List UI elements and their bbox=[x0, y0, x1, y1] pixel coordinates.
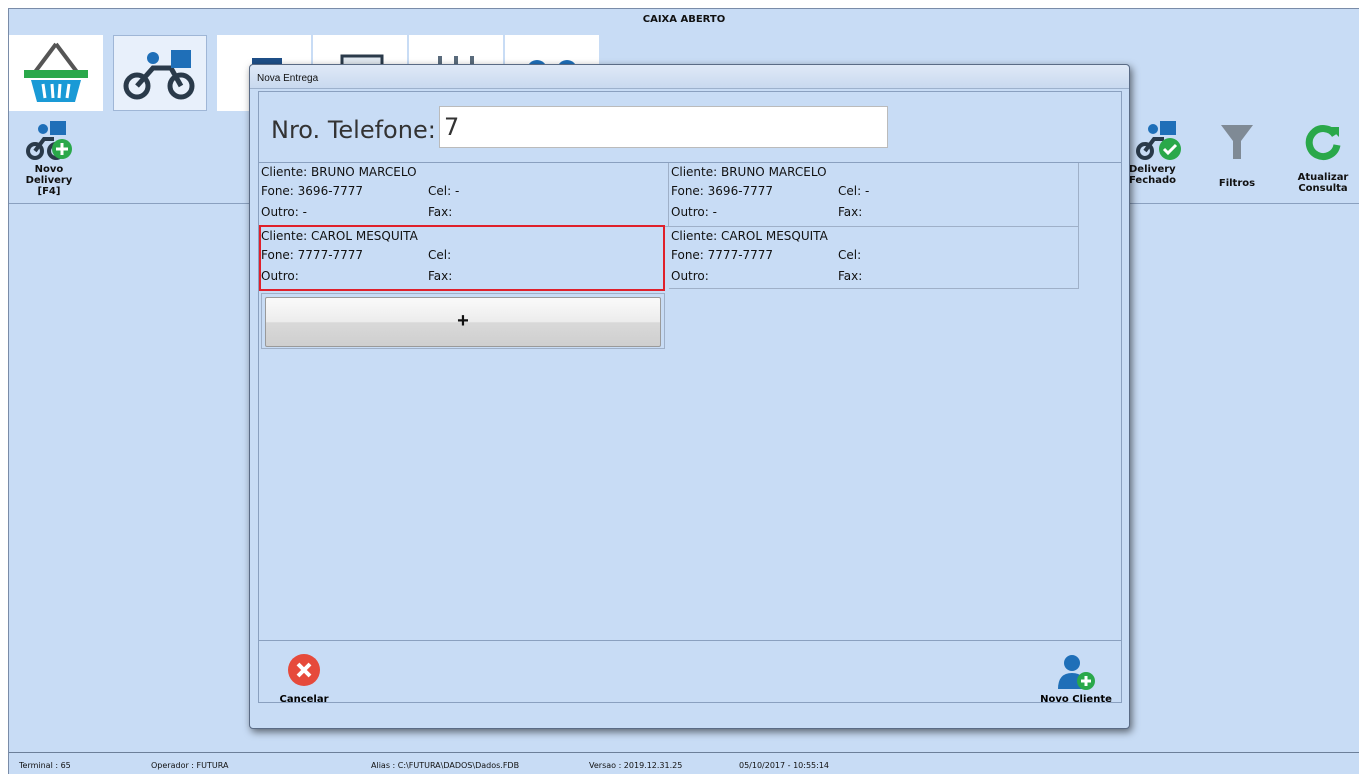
client-cel: Cel: bbox=[838, 248, 862, 262]
new-delivery-shortcut: [F4] bbox=[37, 186, 61, 197]
delivery-moto-icon bbox=[123, 50, 195, 100]
client-name: Cliente: CAROL MESQUITA bbox=[671, 229, 828, 243]
new-client-label: Novo Cliente bbox=[1040, 694, 1112, 705]
refresh-button[interactable]: Atualizar Consulta bbox=[1291, 121, 1355, 194]
new-client-button[interactable]: Novo Cliente bbox=[1039, 653, 1113, 705]
delivery-closed-label-1: Delivery bbox=[1129, 164, 1176, 175]
add-client-container: + bbox=[261, 293, 665, 349]
client-grid: Cliente: BRUNO MARCELO Fone: 3696-7777 C… bbox=[259, 162, 1121, 702]
client-phone: Fone: 3696-7777 bbox=[671, 184, 774, 198]
add-user-icon bbox=[1058, 655, 1095, 690]
client-name: Cliente: BRUNO MARCELO bbox=[261, 165, 417, 179]
client-fax: Fax: bbox=[428, 269, 453, 283]
cancel-label: Cancelar bbox=[279, 694, 329, 705]
client-fax: Fax: bbox=[428, 205, 453, 219]
delivery-closed-label-2: Fechado bbox=[1129, 175, 1177, 186]
client-cel: Cel: bbox=[428, 248, 452, 262]
tab-delivery[interactable] bbox=[113, 35, 207, 111]
add-client-button[interactable]: + bbox=[265, 297, 661, 347]
phone-input[interactable]: 7 bbox=[439, 106, 888, 148]
client-name: Cliente: CAROL MESQUITA bbox=[261, 229, 418, 243]
client-fax: Fax: bbox=[838, 269, 863, 283]
client-card[interactable]: Cliente: BRUNO MARCELO Fone: 3696-7777 C… bbox=[259, 163, 669, 227]
dialog-footer: Cancelar Novo Cliente bbox=[259, 640, 1121, 705]
status-bar: Terminal : 65 Operador : FUTURA Alias : … bbox=[9, 752, 1359, 774]
status-version: Versao : 2019.12.31.25 bbox=[589, 761, 683, 770]
cancel-icon bbox=[288, 654, 320, 686]
filters-button[interactable]: Filtros bbox=[1207, 121, 1267, 189]
delivery-closed-button[interactable]: Delivery Fechado bbox=[1129, 115, 1189, 186]
dialog-body: Nro. Telefone: 7 Cliente: BRUNO MARCELO … bbox=[258, 91, 1122, 705]
filter-icon bbox=[1221, 125, 1253, 159]
refresh-label-2: Consulta bbox=[1298, 183, 1348, 194]
status-operator: Operador : FUTURA bbox=[151, 761, 229, 770]
client-other: Outro: bbox=[261, 269, 299, 283]
client-fax: Fax: bbox=[838, 205, 863, 219]
client-phone: Fone: 3696-7777 bbox=[261, 184, 364, 198]
window-title: CAIXA ABERTO bbox=[642, 14, 726, 25]
tab-basket[interactable] bbox=[9, 35, 103, 111]
client-other: Outro: - bbox=[671, 205, 717, 219]
status-terminal: Terminal : 65 bbox=[19, 761, 71, 770]
client-other: Outro: bbox=[671, 269, 709, 283]
client-card-selected[interactable]: Cliente: CAROL MESQUITA Fone: 7777-7777 … bbox=[259, 225, 665, 291]
client-card[interactable]: Cliente: BRUNO MARCELO Fone: 3696-7777 C… bbox=[669, 163, 1079, 227]
phone-row: Nro. Telefone: 7 bbox=[259, 92, 1121, 162]
client-phone: Fone: 7777-7777 bbox=[261, 248, 364, 262]
client-other: Outro: - bbox=[261, 205, 307, 219]
basket-icon bbox=[24, 42, 88, 102]
new-delivery-icon bbox=[26, 121, 72, 160]
status-alias: Alias : C:\FUTURA\DADOS\Dados.FDB bbox=[371, 761, 520, 770]
phone-label: Nro. Telefone: bbox=[271, 116, 436, 144]
new-delivery-dialog: Nova Entrega Nro. Telefone: 7 Cliente: B… bbox=[249, 64, 1130, 729]
refresh-label-1: Atualizar bbox=[1297, 172, 1349, 183]
new-delivery-button[interactable]: Novo Delivery [F4] bbox=[13, 115, 85, 197]
new-delivery-label: Novo Delivery bbox=[25, 164, 73, 186]
cancel-button[interactable]: Cancelar bbox=[273, 653, 335, 705]
client-cel: Cel: - bbox=[838, 184, 870, 198]
client-cel: Cel: - bbox=[428, 184, 460, 198]
refresh-icon bbox=[1305, 125, 1341, 161]
dialog-title: Nova Entrega bbox=[250, 65, 1129, 89]
client-name: Cliente: BRUNO MARCELO bbox=[671, 165, 827, 179]
filters-label: Filtros bbox=[1218, 178, 1256, 189]
client-card[interactable]: Cliente: CAROL MESQUITA Fone: 7777-7777 … bbox=[669, 225, 1079, 289]
client-phone: Fone: 7777-7777 bbox=[671, 248, 774, 262]
status-datetime: 05/10/2017 - 10:55:14 bbox=[739, 761, 830, 770]
delivery-closed-icon bbox=[1136, 121, 1181, 160]
